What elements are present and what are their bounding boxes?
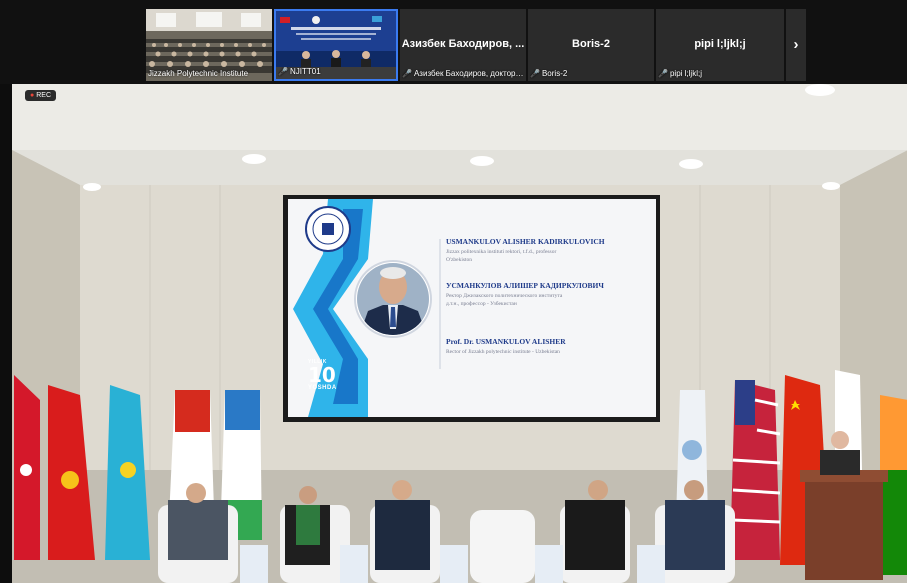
speaker-title-en-1: Jizzax politexnika instituti rektori, t.… — [446, 249, 557, 255]
participant-display-name: Boris-2 — [572, 38, 610, 50]
participant-tile-3[interactable]: Азизбек Баходиров, ... 🎤 Азизбек Баходиро… — [400, 9, 526, 81]
speaker-name-prof: Prof. Dr. USMANKULOV ALISHER — [446, 337, 566, 346]
participant-strip: Jizzakh Polytechnic Institute 🎤 NJITT01 А… — [0, 0, 907, 84]
mic-off-icon: 🎤 — [658, 69, 668, 78]
participant-tile-4[interactable]: Boris-2 🎤 Boris-2 — [528, 9, 654, 81]
badge-number: 10 — [308, 363, 336, 387]
participant-tile-5[interactable]: pipi l;ljkl;j 🎤 pipi l;ljkl;j — [656, 9, 784, 81]
participant-name: Азизбек Баходиров, доктор т... — [413, 69, 524, 78]
participant-tile-video-2[interactable]: 🎤 NJITT01 — [274, 9, 398, 81]
anniversary-badge: YILLIK 10 YOSHDA — [308, 359, 368, 414]
participant-caption: 🎤 Азизбек Баходиров, доктор т... — [402, 69, 524, 79]
participant-tile-video-1[interactable]: Jizzakh Polytechnic Institute — [146, 9, 272, 81]
participant-caption: 🎤 Boris-2 — [530, 69, 652, 79]
record-dot-icon: ● — [30, 92, 35, 99]
speaker-title-ru-1: Ректор Джизакского политехнического инст… — [446, 293, 563, 299]
participant-display-name: Азизбек Баходиров, ... — [401, 38, 525, 50]
speaker-title-en-2: O'zbekiston — [446, 257, 473, 263]
speaker-name-ru: УСМАНКУЛОВ АЛИШЕР КАДИРКУЛОВИЧ — [446, 281, 604, 290]
participant-caption: 🎤 pipi l;ljkl;j — [658, 69, 782, 79]
speaker-title-prof: Rector of Jizzakh polytechnic institute … — [446, 349, 560, 355]
participant-display-name: pipi l;ljkl;j — [694, 38, 746, 50]
next-participants-button[interactable]: › — [786, 9, 806, 81]
participant-name: Boris-2 — [541, 69, 568, 78]
participant-caption: 🎤 NJITT01 — [278, 67, 394, 77]
mic-off-icon: 🎤 — [530, 69, 540, 78]
recording-badge: ● REC — [25, 90, 57, 101]
participant-name: pipi l;ljkl;j — [669, 69, 702, 78]
participant-name: NJITT01 — [289, 67, 321, 76]
badge-bottom-text: YOSHDA — [308, 385, 337, 391]
recording-label: REC — [36, 92, 52, 99]
mic-off-icon: 🎤 — [278, 67, 288, 76]
speaker-name-en: USMANKULOV ALISHER KADIRKULOVICH — [446, 237, 605, 246]
presentation-slide: USMANKULOV ALISHER KADIRKULOVICH Jizzax … — [288, 199, 656, 417]
participant-name: Jizzakh Polytechnic Institute — [148, 69, 249, 78]
mic-off-icon: 🎤 — [402, 69, 412, 78]
speaker-title-ru-2: д.т.н., профессор - Узбекистан — [446, 301, 517, 307]
chevron-right-icon: › — [793, 36, 799, 53]
